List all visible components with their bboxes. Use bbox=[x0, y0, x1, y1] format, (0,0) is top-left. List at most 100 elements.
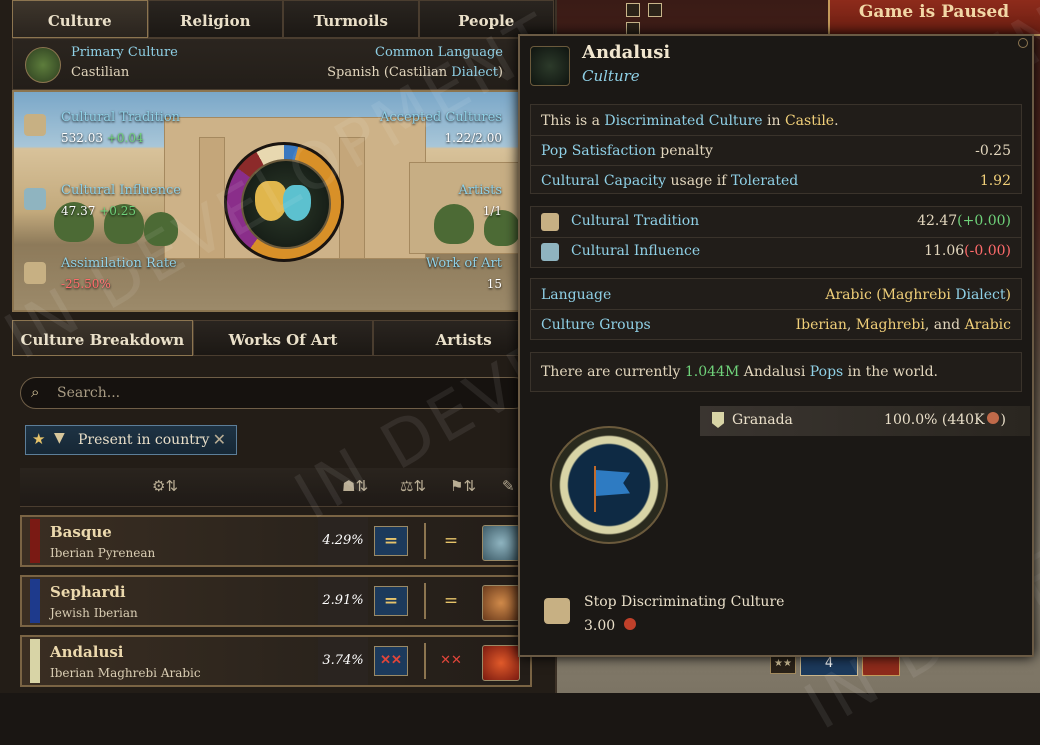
accepted-cultures-value: 1.22/2.00 bbox=[444, 131, 502, 145]
cultural-tradition-label[interactable]: Cultural Tradition bbox=[61, 110, 180, 125]
culture-relation: = bbox=[443, 531, 459, 551]
culture-status-button[interactable]: = bbox=[374, 586, 408, 616]
location-row[interactable]: Granada 100.0% (440K) bbox=[700, 406, 1030, 436]
pop-satisfaction-line: Pop Satisfaction penalty bbox=[541, 143, 1011, 159]
culture-row[interactable]: Basque Iberian Pyrenean 4.29% = = bbox=[20, 515, 532, 567]
divider bbox=[531, 309, 1021, 310]
cultural-tradition-value: 532.03 +0.04 bbox=[61, 131, 144, 145]
pops-link[interactable]: Pops bbox=[810, 364, 843, 380]
assimilation-rate-label[interactable]: Assimilation Rate bbox=[61, 256, 177, 271]
sort-status-icon[interactable]: ⚖⇅ bbox=[400, 477, 426, 495]
culture-status-button[interactable]: ✕✕ bbox=[374, 646, 408, 676]
language-close: ) bbox=[497, 65, 503, 80]
common-language-label[interactable]: Common Language bbox=[375, 45, 503, 60]
group-separator: , bbox=[846, 317, 856, 333]
tab-works-of-art[interactable]: Works Of Art bbox=[192, 320, 374, 356]
culture-groups: Jewish Iberian bbox=[50, 606, 138, 620]
culture-art-icon[interactable] bbox=[482, 525, 520, 561]
tab-people[interactable]: People bbox=[418, 0, 554, 38]
tab-turmoils[interactable]: Turmoils bbox=[283, 0, 419, 38]
work-of-art-value: 15 bbox=[486, 277, 502, 291]
tolerated-link[interactable]: Tolerated bbox=[731, 173, 798, 189]
search-input[interactable]: ⌕ Search... bbox=[20, 377, 530, 409]
map-status-icons bbox=[626, 2, 686, 36]
sort-culture-icon[interactable]: ⚙⇅ bbox=[152, 477, 178, 495]
theater-masks-icon bbox=[25, 47, 61, 83]
search-placeholder: Search... bbox=[57, 385, 121, 401]
location-section: Granada 100.0% (440K) bbox=[530, 406, 1030, 568]
location-close: ) bbox=[1000, 412, 1006, 428]
tower-left bbox=[199, 137, 225, 259]
tree bbox=[144, 212, 178, 246]
tab-religion[interactable]: Religion bbox=[147, 0, 283, 38]
culture-name: Basque bbox=[50, 523, 112, 541]
culture-dial[interactable] bbox=[224, 142, 344, 262]
tab-culture[interactable]: Culture bbox=[12, 0, 148, 38]
tree bbox=[434, 204, 474, 244]
tab-culture-breakdown[interactable]: Culture Breakdown bbox=[12, 320, 193, 356]
dialect-link[interactable]: Dialect bbox=[451, 65, 498, 80]
sort-art-icon[interactable]: ✎ bbox=[502, 477, 515, 495]
primary-culture-label[interactable]: Primary Culture bbox=[71, 45, 178, 60]
culture-art-icon[interactable] bbox=[482, 645, 520, 681]
culture-header: Primary Culture Castilian Common Languag… bbox=[12, 38, 554, 90]
primary-culture-value[interactable]: Castilian bbox=[71, 65, 129, 80]
stop-discriminating-action[interactable]: Stop Discriminating Culture 3.00 bbox=[530, 586, 1022, 642]
culture-row[interactable]: Andalusi Iberian Maghrebi Arabic 3.74% ✕… bbox=[20, 635, 532, 687]
status-mid: in bbox=[762, 113, 785, 129]
culture-percentage: 3.74% bbox=[318, 637, 368, 685]
pop-satisfaction-link[interactable]: Pop Satisfaction bbox=[541, 143, 656, 159]
close-icon[interactable] bbox=[1018, 38, 1028, 48]
culture-flag-emblem[interactable] bbox=[550, 426, 668, 544]
culture-color-swatch bbox=[30, 579, 40, 623]
discrimination-status: This is a Discriminated Culture in Casti… bbox=[541, 113, 1011, 129]
accepted-cultures-label[interactable]: Accepted Cultures bbox=[380, 110, 502, 125]
capacity-link[interactable]: Cultural Capacity bbox=[541, 173, 666, 189]
mask-blue bbox=[283, 185, 311, 221]
dialect-link[interactable]: Dialect bbox=[955, 287, 1005, 303]
culture-row[interactable]: Sephardi Jewish Iberian 2.91% = = bbox=[20, 575, 532, 627]
tradition-icon bbox=[24, 114, 46, 136]
culture-status-button[interactable]: = bbox=[374, 526, 408, 556]
culture-groups: Iberian Maghrebi Arabic bbox=[50, 666, 201, 680]
influence-number: 11.06 bbox=[924, 243, 965, 259]
shield-icon bbox=[712, 412, 724, 428]
tooltip-subtitle[interactable]: Culture bbox=[582, 67, 640, 85]
group-link[interactable]: Iberian bbox=[796, 317, 847, 333]
influence-number: 47.37 bbox=[61, 204, 96, 218]
group-separator: , and bbox=[924, 317, 965, 333]
divider bbox=[531, 237, 1021, 238]
artists-value: 1/1 bbox=[482, 204, 502, 218]
location-name: Granada bbox=[732, 412, 793, 428]
pops-section: There are currently 1.044M Andalusi Pops… bbox=[530, 352, 1022, 392]
influence-icon bbox=[541, 243, 559, 261]
filter-chip[interactable]: ★ ▼ Present in country ✕ bbox=[25, 425, 237, 455]
close-icon[interactable]: ✕ bbox=[213, 430, 226, 449]
sort-relation-icon[interactable]: ⚑⇅ bbox=[450, 477, 476, 495]
cultural-influence-label[interactable]: Cultural Influence bbox=[61, 183, 181, 198]
common-language-value[interactable]: Spanish (Castilian Dialect) bbox=[327, 65, 503, 80]
culture-groups-value: Iberian, Maghrebi, and Arabic bbox=[796, 317, 1011, 333]
status-link[interactable]: Discriminated Culture bbox=[604, 113, 762, 129]
sort-header: ⚙⇅ ☗⇅ ⚖⇅ ⚑⇅ ✎ bbox=[20, 468, 535, 507]
cost-icon bbox=[623, 618, 636, 630]
country-link[interactable]: Castile bbox=[785, 113, 834, 129]
culture-percentage: 4.29% bbox=[318, 517, 368, 565]
culture-art-icon[interactable] bbox=[482, 585, 520, 621]
cultural-influence-value: 47.37 +0.25 bbox=[61, 204, 136, 218]
stars-icon: ★★ bbox=[770, 654, 796, 674]
artists-label[interactable]: Artists bbox=[458, 183, 502, 198]
filter-chip-label: Present in country bbox=[78, 432, 210, 448]
location-value: 100.0% (440K) bbox=[884, 412, 1006, 428]
action-label: Stop Discriminating Culture bbox=[584, 594, 785, 610]
group-link[interactable]: Arabic bbox=[965, 317, 1011, 333]
culture-hero-image: Cultural Tradition 532.03 +0.04 Cultural… bbox=[12, 90, 554, 312]
work-of-art-label[interactable]: Work of Art bbox=[426, 256, 502, 271]
panel-tabs: Culture Religion Turmoils People bbox=[12, 0, 554, 38]
group-link[interactable]: Maghrebi bbox=[856, 317, 925, 333]
star-icon[interactable] bbox=[626, 3, 640, 17]
battle-icon[interactable] bbox=[648, 3, 663, 17]
sort-population-icon[interactable]: ☗⇅ bbox=[342, 477, 368, 495]
tradition-delta: +0.04 bbox=[106, 131, 144, 145]
pause-banner[interactable]: Game is Paused bbox=[828, 0, 1040, 36]
